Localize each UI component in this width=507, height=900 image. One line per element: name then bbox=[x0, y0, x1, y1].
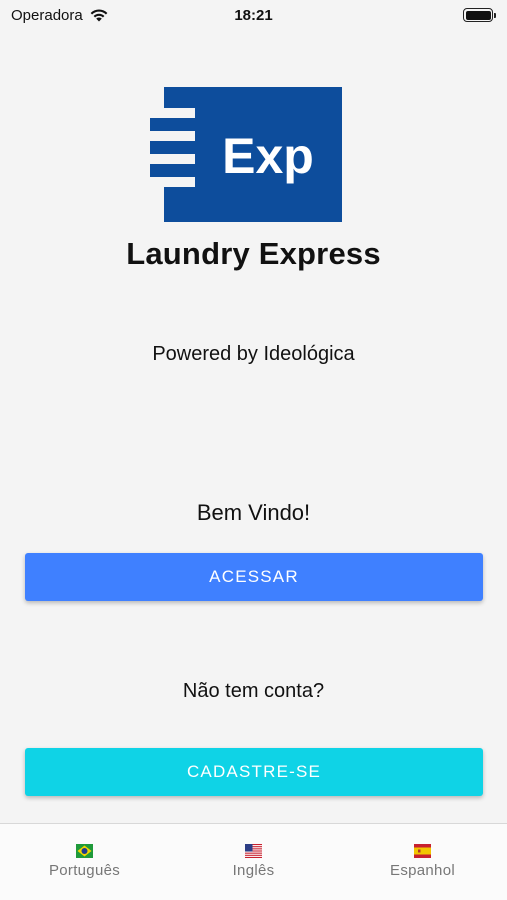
no-account-text: Não tem conta? bbox=[182, 680, 325, 702]
powered-by-text: Powered by Ideológica bbox=[152, 343, 355, 365]
tab-portuguese[interactable]: Português bbox=[0, 824, 169, 900]
battery-icon bbox=[463, 8, 496, 22]
status-bar: Operadora 18:21 bbox=[0, 0, 507, 30]
tab-label: Português bbox=[48, 862, 121, 879]
app-logo: Exp bbox=[150, 87, 342, 222]
welcome-text: Bem Vindo! bbox=[196, 500, 311, 525]
tab-english[interactable]: Inglês bbox=[169, 824, 338, 900]
logo-text: Exp bbox=[222, 128, 314, 184]
carrier-name: Operadora bbox=[11, 6, 83, 24]
signup-button[interactable]: CADASTRE-SE bbox=[25, 748, 483, 796]
tab-label: Espanhol bbox=[390, 862, 455, 879]
brazil-flag-icon bbox=[76, 844, 93, 858]
spain-flag-icon bbox=[414, 844, 431, 858]
tab-spanish[interactable]: Espanhol bbox=[338, 824, 507, 900]
app-name: Laundry Express bbox=[126, 236, 381, 271]
battery-fill bbox=[465, 10, 491, 20]
wifi-icon bbox=[90, 9, 108, 22]
status-left: Operadora bbox=[11, 7, 109, 24]
usa-flag-icon bbox=[245, 844, 262, 858]
access-button[interactable]: ACESSAR bbox=[25, 553, 483, 601]
language-tab-bar: Português Inglês Espanhol bbox=[0, 823, 507, 900]
tab-label: Inglês bbox=[232, 862, 275, 879]
